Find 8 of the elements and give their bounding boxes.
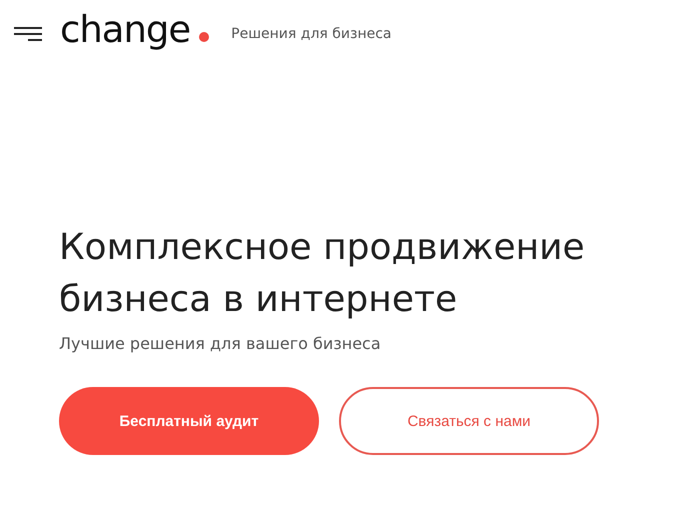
cta-button[interactable]: Бесплатный аудит (59, 387, 319, 455)
cta-button[interactable]: Связаться с нами (339, 387, 599, 455)
logo[interactable]: change (60, 10, 190, 50)
tagline: Решения для бизнеса (231, 26, 392, 42)
menu-icon[interactable] (14, 27, 42, 41)
hero-subtitle: Лучшие решения для вашего бизнеса (59, 334, 382, 353)
dot-icon (199, 32, 210, 42)
hero-title: Комплексное продвижение бизнеса в интернете (59, 226, 586, 322)
